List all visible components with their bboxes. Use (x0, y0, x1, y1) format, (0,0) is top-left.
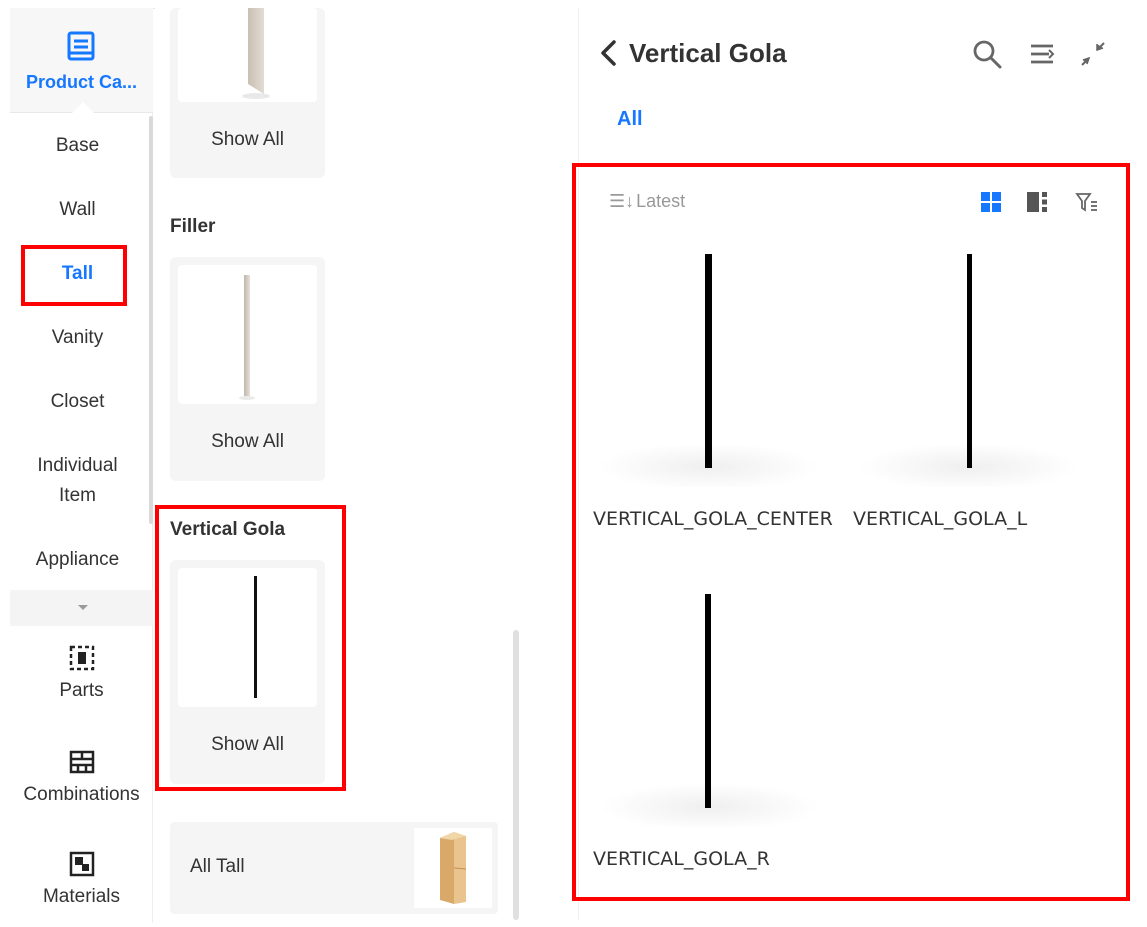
product-name: VERTICAL_GOLA_CENTER (593, 508, 833, 530)
category-appliance[interactable]: Appliance (10, 545, 145, 575)
detail-panel: Vertical Gola All ☰↓ Latest VERTICAL_GOL… (578, 8, 1123, 920)
materials-label: Materials (42, 886, 121, 907)
gola-l-image (859, 254, 1079, 487)
category-tall[interactable]: Tall (10, 259, 145, 289)
panel-image (242, 8, 270, 99)
sort-label: Latest (636, 191, 686, 211)
category-individual-item-line2: Item (59, 485, 96, 506)
tall-cabinet-thumbnail (414, 828, 492, 908)
section-title-vertical-gola: Vertical Gola (170, 519, 286, 540)
category-base[interactable]: Base (10, 131, 145, 161)
content-scrollbar[interactable] (513, 630, 519, 920)
product-thumbnail (178, 568, 317, 707)
combinations-button[interactable]: Combinations (10, 748, 153, 806)
product-thumbnail (593, 242, 833, 487)
sort-dropdown[interactable]: ☰↓ Latest (609, 191, 685, 212)
chevron-down-icon (78, 605, 88, 610)
section-title-filler: Filler (170, 216, 216, 237)
product-name: VERTICAL_GOLA_L (853, 508, 1028, 530)
materials-button[interactable]: Materials (10, 850, 153, 908)
product-catalog-tab[interactable]: Product Ca... (10, 8, 153, 113)
show-all-link[interactable]: Show All (170, 734, 325, 756)
materials-icon (69, 851, 94, 877)
collapse-icon[interactable] (1077, 38, 1109, 70)
tall-cabinet-image (440, 832, 467, 904)
back-icon[interactable] (597, 38, 621, 68)
all-tall-label: All Tall (190, 856, 245, 877)
product-thumbnail (178, 8, 317, 102)
more-categories-toggle[interactable] (10, 590, 153, 626)
category-nav: Product Ca... Base Wall Tall Vanity Clos… (10, 8, 153, 923)
category-individual-item-line1: Individual (37, 455, 118, 476)
combinations-label: Combinations (23, 784, 140, 805)
left-panel: Product Ca... Base Wall Tall Vanity Clos… (0, 0, 530, 927)
catalog-icon (67, 31, 95, 61)
product-name: VERTICAL_GOLA_R (593, 848, 770, 870)
show-all-link[interactable]: Show All (170, 129, 325, 151)
detail-view-icon[interactable] (1025, 190, 1049, 214)
tab-all[interactable]: All (617, 108, 643, 131)
category-individual-item[interactable]: Individual Item (10, 451, 145, 511)
show-all-link[interactable]: Show All (170, 431, 325, 453)
product-thumbnail (853, 242, 1093, 487)
nav-scrollbar[interactable] (149, 116, 153, 524)
product-thumbnail (593, 582, 833, 827)
gola-center-image (599, 254, 819, 487)
sort-icon: ☰↓ (609, 191, 635, 211)
category-wall[interactable]: Wall (10, 195, 145, 225)
category-vanity[interactable]: Vanity (10, 323, 145, 353)
filter-icon[interactable] (1075, 190, 1099, 214)
search-icon[interactable] (971, 38, 1003, 70)
panel-title: Vertical Gola (629, 38, 787, 68)
product-card[interactable]: Show All (170, 560, 325, 784)
gola-image (254, 576, 257, 698)
parts-button[interactable]: Parts (10, 644, 153, 702)
all-tall-item[interactable]: All Tall (170, 822, 498, 914)
filler-image (239, 275, 255, 400)
product-thumbnail (178, 265, 317, 404)
product-card[interactable]: Show All (170, 257, 325, 481)
product-catalog-label: Product Ca... (25, 72, 137, 92)
grid-view-icon[interactable] (979, 190, 1003, 214)
parts-icon (69, 645, 94, 671)
gola-r-image (599, 594, 819, 827)
category-closet[interactable]: Closet (10, 387, 145, 417)
active-pointer (72, 102, 94, 113)
combinations-icon (69, 750, 94, 774)
parts-label: Parts (59, 680, 104, 701)
list-toggle-icon[interactable] (1027, 38, 1059, 70)
product-card[interactable]: Show All (170, 8, 325, 178)
